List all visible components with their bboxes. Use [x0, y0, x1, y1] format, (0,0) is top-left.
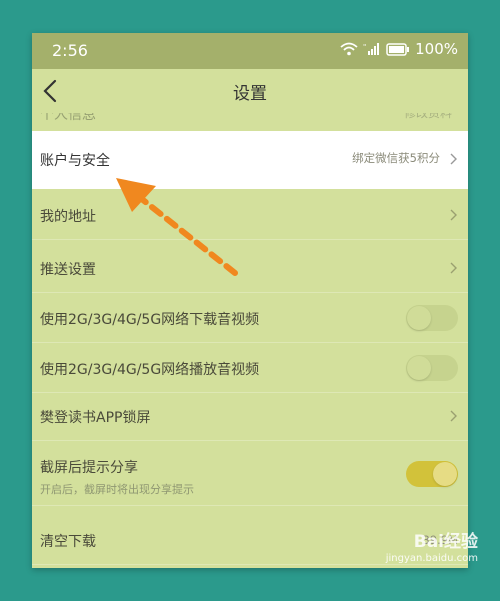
chevron-right-icon — [450, 410, 457, 422]
settings-row-push[interactable]: 推送设置 — [32, 242, 468, 293]
screenshot-share-toggle[interactable] — [406, 461, 458, 487]
chevron-right-icon — [450, 153, 457, 165]
status-icons: " 100% — [340, 40, 458, 58]
settings-row-play-mobile: 使用2G/3G/4G/5G网络播放音视频 — [32, 342, 468, 393]
settings-row-screenshot-share: 截屏后提示分享 开启后，截屏时将出现分享提示 — [32, 443, 468, 506]
status-bar: 2:56 " 100% — [32, 33, 468, 69]
annotation-arrow-icon — [116, 178, 238, 276]
title-bar: 设置 — [32, 69, 468, 113]
chevron-right-icon — [450, 209, 457, 221]
page-title: 设置 — [233, 84, 267, 104]
toggle-knob — [407, 306, 431, 330]
toggle-knob — [433, 462, 457, 486]
row-label: 截屏后提示分享 — [40, 460, 138, 476]
toggle-knob — [407, 356, 431, 380]
row-value: 绑定微信获5积分 — [352, 151, 440, 165]
phone-screen: 2:56 " 100% 设置 个人信息 修改资料 账户与安全 绑定微信获5积分 … — [32, 33, 468, 568]
row-label: 账户与安全 — [40, 153, 110, 169]
row-sublabel: 开启后，截屏时将出现分享提示 — [40, 483, 194, 496]
row-label: 樊登读书APP锁屏 — [40, 410, 151, 426]
settings-row-account-security[interactable]: 账户与安全 绑定微信获5积分 — [32, 131, 468, 189]
watermark: Bai经验 jingyan.baidu.com — [386, 527, 478, 564]
watermark-logo: Bai经验 — [413, 532, 478, 552]
download-mobile-toggle[interactable] — [406, 305, 458, 331]
settings-row-address[interactable]: 我的地址 — [32, 189, 468, 240]
settings-row-download-mobile: 使用2G/3G/4G/5G网络下载音视频 — [32, 292, 468, 343]
row-value: 修改资料 — [403, 113, 452, 120]
row-label: 使用2G/3G/4G/5G网络下载音视频 — [40, 312, 260, 328]
play-mobile-toggle[interactable] — [406, 355, 458, 381]
row-label: 我的地址 — [40, 209, 96, 225]
signal-icon: " — [363, 42, 381, 56]
wifi-icon — [340, 42, 358, 56]
status-time: 2:56 — [52, 41, 88, 60]
battery-percent: 100% — [415, 40, 458, 58]
svg-text:": " — [363, 43, 366, 51]
watermark-url: jingyan.baidu.com — [385, 553, 478, 564]
row-label: 使用2G/3G/4G/5G网络播放音视频 — [40, 362, 260, 378]
row-label: 个人信息 — [40, 113, 96, 123]
settings-row-lockscreen[interactable]: 樊登读书APP锁屏 — [32, 390, 468, 441]
row-label: 清空下载 — [40, 534, 96, 550]
chevron-right-icon — [450, 262, 457, 274]
settings-row-partial[interactable]: 个人信息 修改资料 — [32, 113, 468, 131]
row-label: 推送设置 — [40, 262, 96, 278]
battery-icon — [386, 42, 410, 56]
